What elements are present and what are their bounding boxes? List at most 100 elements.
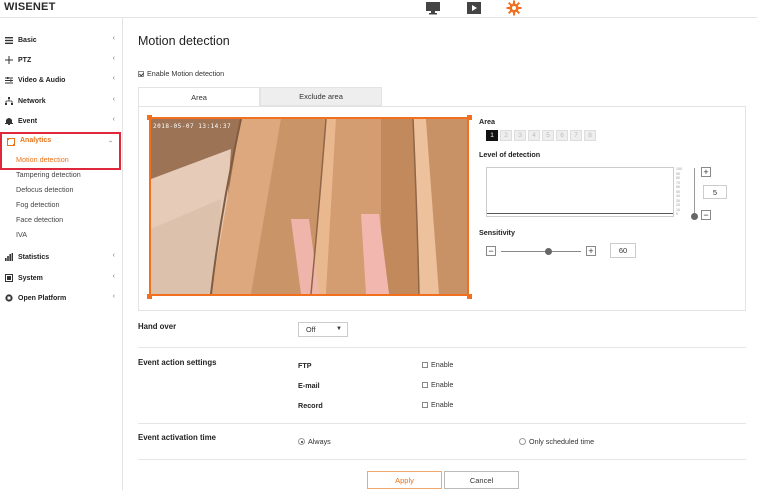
sidebar-item-ptz[interactable]: PTZ ‹ [0,51,122,69]
tab-exclude-area[interactable]: Exclude area [260,87,382,106]
network-icon [4,96,14,106]
ftp-enable[interactable]: Enable [422,360,453,369]
area-button-6[interactable]: 6 [556,130,568,141]
area-label: Area [479,117,495,126]
submenu-tampering-detection[interactable]: Tampering detection [16,170,81,179]
chevron-left-icon: ‹ [112,55,115,62]
enable-text: Enable [431,400,454,409]
sidebar-item-label: System [18,274,43,282]
camera-preview[interactable]: 2018-05-07 13:14:37 [149,117,469,296]
enable-label: Enable Motion detection [147,69,225,78]
sidebar-item-open-platform[interactable]: Open Platform ‹ [0,289,122,307]
always-radio[interactable] [298,438,305,445]
level-value[interactable]: 5 [703,185,727,199]
sensitivity-slider-handle[interactable] [545,248,552,255]
area-button-4[interactable]: 4 [528,130,540,141]
tab-area[interactable]: Area [138,87,260,106]
level-slider-track[interactable] [694,168,695,216]
sidebar-item-analytics[interactable]: Analytics ‹ [0,132,121,170]
chevron-left-icon: ‹ [112,35,115,42]
sensitivity-slider-track[interactable] [501,251,581,252]
ftp-label: FTP [298,361,312,370]
brand-logo: WISENET [4,1,56,13]
hand-over-label: Hand over [138,322,177,331]
main-content: Motion detection Enable Motion detection… [124,18,757,490]
move-icon [4,55,14,65]
area-button-8[interactable]: 8 [584,130,596,141]
area-button-2[interactable]: 2 [500,130,512,141]
level-scale: 100 90 80 70 60 50 40 30 20 10 0 [676,167,688,219]
submenu-fog-detection[interactable]: Fog detection [16,200,60,209]
divider [138,423,746,424]
sidebar-item-system[interactable]: System ‹ [0,269,122,287]
sidebar-item-event[interactable]: Event ‹ [0,112,122,130]
activation-scheduled-option[interactable]: Only scheduled time [519,437,594,446]
sidebar-item-video-audio[interactable]: Video & Audio ‹ [0,71,122,89]
submenu-face-detection[interactable]: Face detection [16,215,63,224]
chevron-left-icon: ‹ [112,273,115,280]
apply-button[interactable]: Apply [367,471,442,489]
sensitivity-decrease-button[interactable]: − [486,246,496,256]
page-title: Motion detection [138,34,230,48]
sidebar-item-statistics[interactable]: Statistics ‹ [0,248,122,266]
hand-over-value: Off [306,325,316,334]
divider [138,347,746,348]
sliders-icon [4,75,14,85]
play-icon[interactable] [465,0,483,15]
video-timestamp: 2018-05-07 13:14:37 [153,123,232,130]
enable-motion-detection[interactable]: Enable Motion detection [138,69,224,78]
bell-icon [4,116,14,126]
area-button-1[interactable]: 1 [486,130,498,141]
ftp-enable-checkbox[interactable] [422,361,428,368]
roi-handle-bl[interactable] [147,294,152,299]
list-icon [4,35,14,45]
sidebar-item-basic[interactable]: Basic ‹ [0,31,122,49]
level-slider-handle[interactable] [691,213,698,220]
analytics-icon [6,137,16,147]
sensitivity-increase-button[interactable]: + [586,246,596,256]
chevron-left-icon: ‹ [112,293,115,300]
chevron-down-icon: ‹ [107,140,115,143]
sidebar-item-network[interactable]: Network ‹ [0,92,122,110]
enable-text: Enable [431,360,454,369]
area-button-3[interactable]: 3 [514,130,526,141]
roi-handle-tr[interactable] [467,115,472,120]
bar-chart-icon [4,252,14,262]
record-enable[interactable]: Enable [422,400,453,409]
hand-over-select[interactable]: Off ▼ [298,322,348,337]
event-activation-time-label: Event activation time [138,433,216,442]
level-increase-button[interactable]: + [701,167,711,177]
level-decrease-button[interactable]: − [701,210,711,220]
level-threshold-line [487,213,673,214]
roi-handle-br[interactable] [467,294,472,299]
sidebar-item-label: Network [18,97,46,105]
chevron-left-icon: ‹ [112,252,115,259]
area-button-7[interactable]: 7 [570,130,582,141]
email-enable-checkbox[interactable] [422,381,428,388]
roi-handle-tl[interactable] [147,115,152,120]
enable-checkbox[interactable] [138,70,144,77]
email-enable[interactable]: Enable [422,380,453,389]
sensitivity-value[interactable]: 60 [610,243,636,258]
camera-image [151,119,467,294]
sidebar-item-label: Basic [18,36,37,44]
chevron-left-icon: ‹ [112,116,115,123]
sidebar: Basic ‹ PTZ ‹ Video & Audio ‹ Network ‹ … [0,18,123,490]
cancel-button[interactable]: Cancel [444,471,519,489]
scheduled-radio[interactable] [519,438,526,445]
submenu-iva[interactable]: IVA [16,230,27,239]
platform-icon [4,293,14,303]
chevron-left-icon: ‹ [112,96,115,103]
submenu-motion-detection[interactable]: Motion detection [16,155,69,164]
gear-icon[interactable] [505,0,523,15]
area-button-5[interactable]: 5 [542,130,554,141]
scheduled-label: Only scheduled time [529,437,595,446]
record-enable-checkbox[interactable] [422,401,428,408]
monitor-icon[interactable] [424,0,442,15]
event-action-settings-label: Event action settings [138,358,217,367]
sidebar-item-label: Open Platform [18,294,67,302]
scale-label: 0 [676,212,678,216]
submenu-defocus-detection[interactable]: Defocus detection [16,185,74,194]
activation-always-option[interactable]: Always [298,437,331,446]
chevron-left-icon: ‹ [112,75,115,82]
